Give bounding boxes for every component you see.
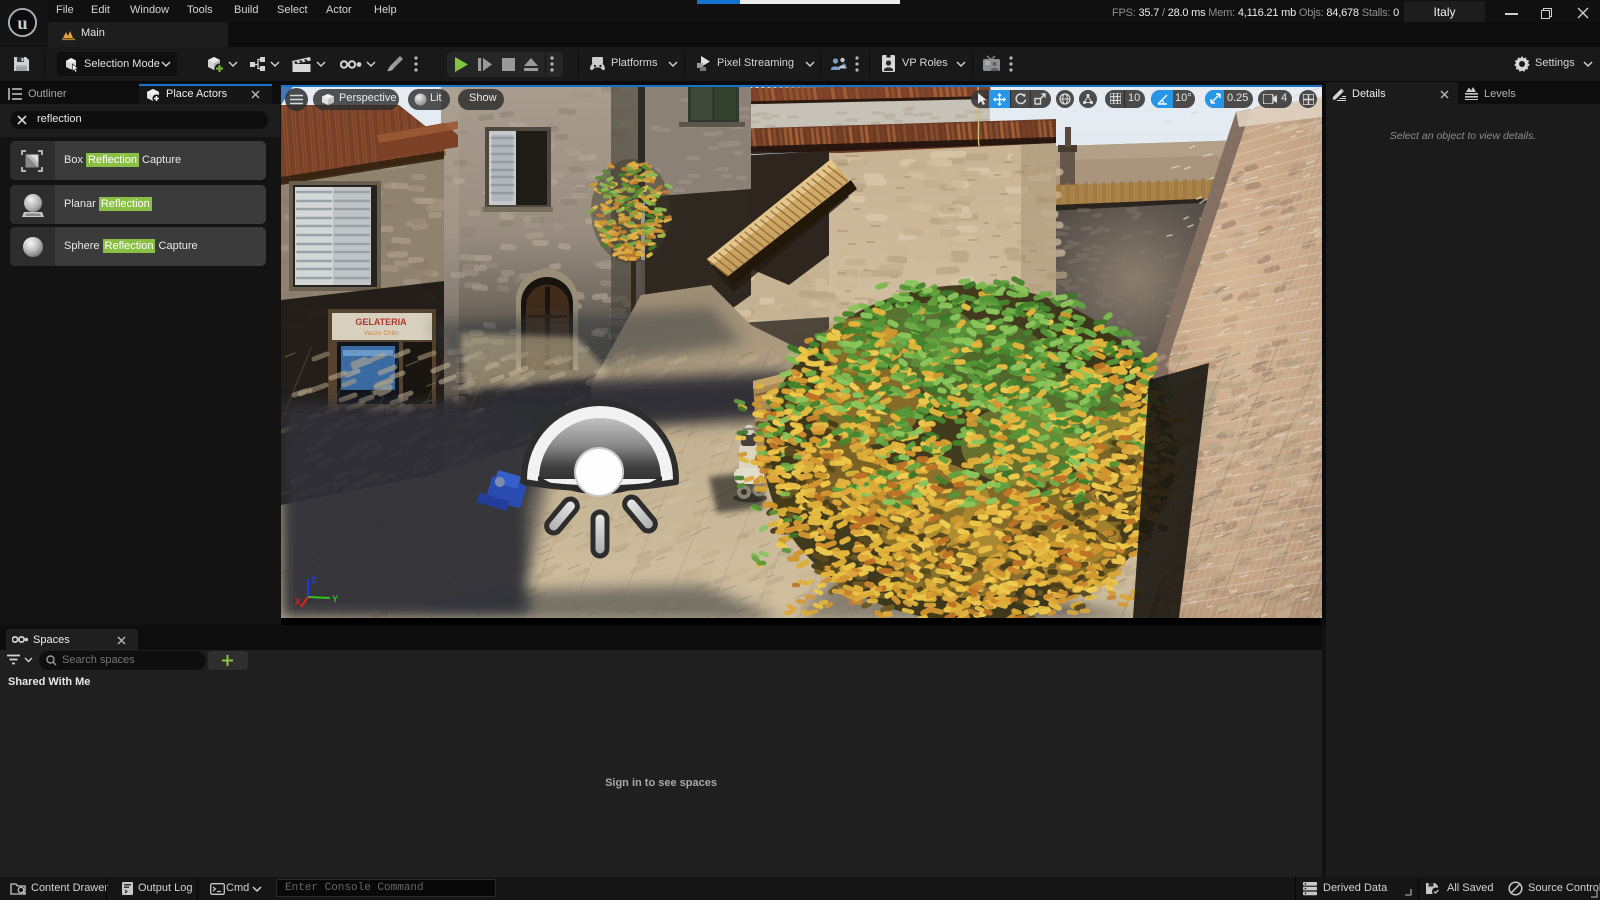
svg-text:GELATERIA: GELATERIA	[355, 317, 407, 327]
svg-text:X: X	[295, 597, 301, 607]
svg-text:Y: Y	[332, 594, 338, 604]
svg-text:Vezzo Chilo: Vezzo Chilo	[364, 330, 399, 337]
svg-text:u: u	[17, 13, 27, 33]
svg-text:Z: Z	[311, 575, 317, 585]
